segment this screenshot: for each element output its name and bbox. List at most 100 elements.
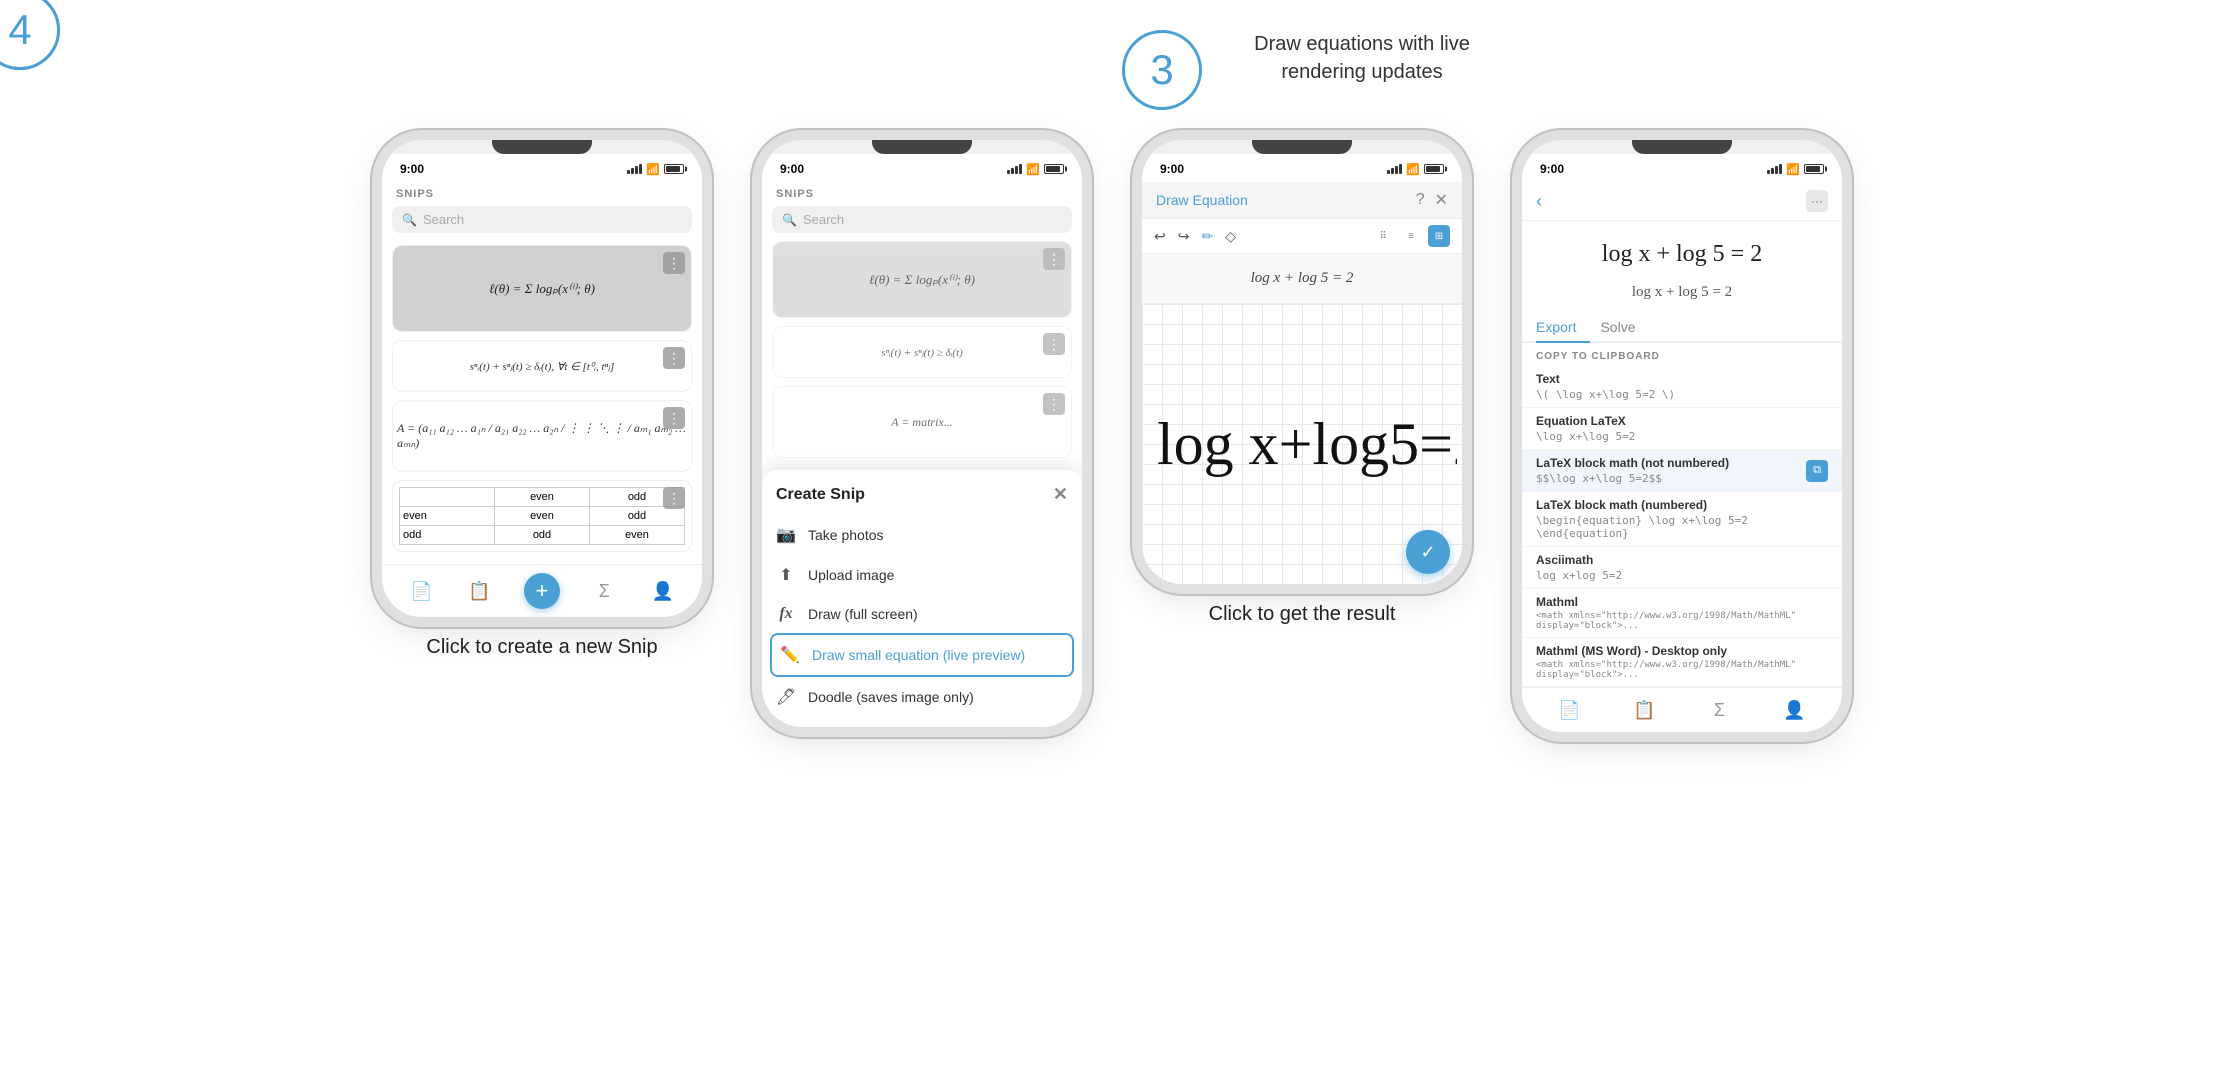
copy-button[interactable]: ⧉: [1806, 460, 1828, 482]
result-item-mathml-word[interactable]: Mathml (MS Word) - Desktop only <math xm…: [1522, 638, 1842, 687]
search-bar-1[interactable]: 🔍 Search: [392, 206, 692, 233]
item-value: <math xmlns="http://www.w3.org/1998/Math…: [1536, 611, 1828, 631]
step-1-caption: Click to create a new Snip: [426, 633, 657, 661]
result-item-text[interactable]: Text \( \log x+\log 5=2 \): [1522, 366, 1842, 408]
main-container: 1 9:00 📶 SNIPS: [0, 0, 2224, 1073]
result-item-latex[interactable]: Equation LaTeX \log x+\log 5=2: [1522, 408, 1842, 450]
battery-icon-1: [664, 164, 684, 174]
nav-person-icon-4[interactable]: 👤: [1781, 696, 1809, 724]
menu-item-upload[interactable]: ⬆ Upload image: [762, 555, 1082, 595]
step-1-wrapper: 1 9:00 📶 SNIPS: [382, 40, 702, 661]
more-icon-1[interactable]: ⋮: [663, 252, 685, 274]
table-cell: odd: [590, 507, 685, 526]
create-snip-menu: Create Snip ✕ 📷 Take photos ⬆ Upload ima…: [762, 470, 1082, 727]
battery-icon-4: [1804, 164, 1824, 174]
eq1-content: ℓ(θ) = Σ logₚ(x⁽ⁱ⁾; θ): [489, 281, 595, 297]
result-item-latex-block[interactable]: LaTeX block math (not numbered) $$\log x…: [1522, 450, 1842, 492]
eq2-content: sⁿᵢ(t) + sⁿⱼ(t) ≥ δᵢ(t), ∀t ∈ [t⁰ᵢ, tⁿⱼ]: [470, 360, 615, 373]
menu-item-draw-full[interactable]: fx Draw (full screen): [762, 595, 1082, 633]
item-label: Equation LaTeX: [1536, 414, 1828, 428]
draw-eq-title: Draw Equation: [1156, 192, 1248, 208]
snip-item-1[interactable]: ℓ(θ) = Σ logₚ(x⁽ⁱ⁾; θ) ⋮: [392, 245, 692, 332]
result-item-latex-numbered[interactable]: LaTeX block math (numbered) \begin{equat…: [1522, 492, 1842, 547]
snip-item-4[interactable]: even odd even even odd odd odd even: [392, 480, 692, 552]
menu-item-camera[interactable]: 📷 Take photos: [762, 515, 1082, 555]
handwritten-text: log x+log5=2: [1157, 411, 1457, 477]
result-item-mathml[interactable]: Mathml <math xmlns="http://www.w3.org/19…: [1522, 589, 1842, 638]
menu-item-label: Draw small equation (live preview): [812, 647, 1025, 663]
nav-pdf-icon-4[interactable]: 📋: [1631, 696, 1659, 724]
search-text-2: Search: [803, 212, 844, 227]
equation-preview: log x + log 5 = 2: [1142, 254, 1462, 304]
snip-item-2[interactable]: sⁿᵢ(t) + sⁿⱼ(t) ≥ δᵢ(t), ∀t ∈ [t⁰ᵢ, tⁿⱼ]…: [392, 340, 692, 392]
time-1: 9:00: [400, 162, 424, 176]
tab-export[interactable]: Export: [1536, 313, 1590, 341]
tab-solve[interactable]: Solve: [1600, 313, 1649, 341]
snip-item-bg-2: sⁿᵢ(t) + sⁿⱼ(t) ≥ δᵢ(t) ⋮: [772, 326, 1072, 378]
dots-view-icon[interactable]: ⠿: [1372, 225, 1394, 247]
result-eq-small: log x + log 5 = 2: [1522, 278, 1842, 313]
time-3: 9:00: [1160, 162, 1184, 176]
close-draw-icon[interactable]: ✕: [1435, 190, 1448, 210]
table-cell: even: [400, 507, 495, 526]
snip-item-bg-1: ℓ(θ) = Σ logₚ(x⁽ⁱ⁾; θ) ⋮: [772, 241, 1072, 318]
more-icon-2[interactable]: ⋮: [663, 347, 685, 369]
menu-item-label: Take photos: [808, 527, 884, 543]
nav-person-icon[interactable]: 👤: [649, 577, 677, 605]
redo-icon[interactable]: ↪: [1178, 228, 1190, 245]
status-bar-2: 9:00 📶: [762, 154, 1082, 182]
eraser-icon[interactable]: ◇: [1225, 228, 1236, 245]
menu-title: Create Snip ✕: [762, 484, 1082, 515]
step-3-above-text: Draw equations with liverendering update…: [1202, 30, 1522, 86]
add-snip-button[interactable]: +: [524, 573, 560, 609]
drawing-canvas[interactable]: log x+log5=2 ✓: [1142, 304, 1462, 584]
battery-icon-3: [1424, 164, 1444, 174]
step-3-caption: Click to get the result: [1209, 600, 1396, 628]
status-bar-1: 9:00 📶: [382, 154, 702, 182]
list-view-icon[interactable]: ≡: [1400, 225, 1422, 247]
more-icon-4[interactable]: ⋮: [663, 487, 685, 509]
undo-icon[interactable]: ↩: [1154, 228, 1166, 245]
nav-file-icon-4[interactable]: 📄: [1556, 696, 1584, 724]
result-item-asciimath[interactable]: Asciimath log x+log 5=2: [1522, 547, 1842, 589]
grid-view-icon[interactable]: ⊞: [1428, 225, 1450, 247]
step-2-wrapper: 2 9:00 📶 SNIPS 🔍 Search: [762, 40, 1082, 727]
search-icon-1: 🔍: [402, 213, 417, 227]
signal-icon-3: [1387, 164, 1402, 174]
item-label: LaTeX block math (numbered): [1536, 498, 1828, 512]
more-icon-bg-3: ⋮: [1043, 393, 1065, 415]
menu-item-doodle[interactable]: 🖊 Doodle (saves image only): [762, 677, 1082, 717]
more-icon-3[interactable]: ⋮: [663, 407, 685, 429]
search-bar-2[interactable]: 🔍 Search: [772, 206, 1072, 233]
battery-icon-2: [1044, 164, 1064, 174]
result-tabs: Export Solve: [1522, 313, 1842, 343]
step-3-wrapper: 3 Draw equations with liverendering upda…: [1142, 40, 1462, 628]
section-title: COPY TO CLIPBOARD: [1522, 343, 1842, 366]
nav-sigma-icon-4[interactable]: Σ: [1706, 696, 1734, 724]
camera-icon: 📷: [776, 525, 796, 545]
more-options-button[interactable]: ···: [1806, 190, 1828, 212]
snip-item-3[interactable]: A = (a₁₁ a₁₂ … a₁ₙ / a₂₁ a₂₂ … a₂ₙ / ⋮ ⋮…: [392, 400, 692, 472]
wifi-icon-2: 📶: [1026, 163, 1040, 176]
nav-sigma-icon[interactable]: Σ: [590, 577, 618, 605]
item-label: Mathml: [1536, 595, 1828, 609]
table-cell: even: [495, 488, 590, 507]
draw-toolbar: ↩ ↪ ✏ ◇ ⠿ ≡ ⊞: [1142, 219, 1462, 254]
confirm-draw-button[interactable]: ✓: [1406, 530, 1450, 574]
menu-item-draw-small[interactable]: ✏️ Draw small equation (live preview): [770, 633, 1074, 677]
result-eq-large: log x + log 5 = 2: [1522, 221, 1842, 278]
nav-file-icon[interactable]: 📄: [407, 577, 435, 605]
search-text-1: Search: [423, 212, 464, 227]
wifi-icon-1: 📶: [646, 163, 660, 176]
table-cell: odd: [400, 526, 495, 545]
menu-item-label: Draw (full screen): [808, 606, 918, 622]
item-value: \log x+\log 5=2: [1536, 430, 1828, 443]
menu-close-icon[interactable]: ✕: [1053, 484, 1068, 505]
pen-icon[interactable]: ✏: [1201, 228, 1213, 245]
nav-pdf-icon[interactable]: 📋: [466, 577, 494, 605]
help-icon[interactable]: ?: [1416, 191, 1425, 209]
preview-eq-text: log x + log 5 = 2: [1251, 270, 1354, 287]
back-button[interactable]: ‹: [1536, 191, 1542, 212]
step-4-wrapper: 4 9:00 📶 ‹ ···: [1522, 40, 1842, 732]
snip-list-1: ℓ(θ) = Σ logₚ(x⁽ⁱ⁾; θ) ⋮ sⁿᵢ(t) + sⁿⱼ(t)…: [382, 241, 702, 564]
